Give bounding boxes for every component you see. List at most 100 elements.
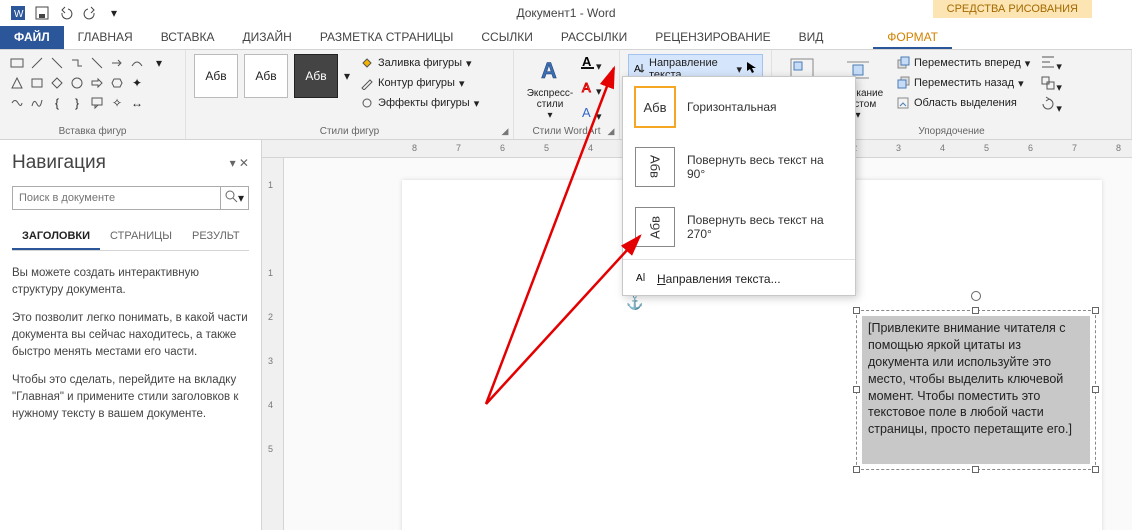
- shape-star2-icon[interactable]: ✧: [108, 94, 126, 112]
- shape-line2-icon[interactable]: [48, 54, 66, 72]
- shape-triangle-icon[interactable]: [8, 74, 26, 92]
- shapes-more-icon[interactable]: ▾: [152, 54, 166, 72]
- group-shape-styles: Абв Абв Абв ▾ Заливка фигуры ▾ Контур фи…: [186, 50, 514, 139]
- shapes-gallery[interactable]: ✦ { } ✧ ↔: [8, 54, 146, 112]
- shape-connector-icon[interactable]: [68, 54, 86, 72]
- shape-rect-icon[interactable]: [28, 74, 46, 92]
- shape-brace2-icon[interactable]: }: [68, 94, 86, 112]
- style-preset-1[interactable]: Абв: [194, 54, 238, 98]
- tab-view[interactable]: ВИД: [785, 26, 838, 49]
- style-preset-3[interactable]: Абв: [294, 54, 338, 98]
- styles-dialog-launcher-icon[interactable]: ◢: [499, 125, 511, 137]
- text-direction-icon: A: [633, 61, 647, 78]
- dd-item-rotate-90[interactable]: Абв Повернуть весь текст на 90°: [623, 137, 855, 197]
- shape-free2-icon[interactable]: [28, 94, 46, 112]
- styles-more-icon[interactable]: ▾: [344, 69, 350, 83]
- selection-pane-icon: [896, 96, 910, 110]
- group-styles-label: Стили фигур: [194, 126, 505, 137]
- pen-icon: [360, 76, 374, 90]
- dd-item-horizontal[interactable]: Абв Горизонтальная: [623, 77, 855, 137]
- shape-arrowr-icon[interactable]: [88, 74, 106, 92]
- nav-tab-pages[interactable]: СТРАНИЦЫ: [100, 224, 182, 250]
- group-button[interactable]: ▾: [1040, 75, 1062, 94]
- save-icon[interactable]: [34, 5, 50, 21]
- shape-textbox-icon[interactable]: [8, 54, 26, 72]
- shape-arrow-icon[interactable]: [108, 54, 126, 72]
- text-box-content[interactable]: [Привлеките внимание читателя с помощью …: [862, 316, 1090, 464]
- text-box[interactable]: [Привлеките внимание читателя с помощью …: [856, 310, 1096, 470]
- shape-line-icon[interactable]: [28, 54, 46, 72]
- window-title: Документ1 - Word: [516, 6, 615, 20]
- rotate-button[interactable]: ▾: [1040, 96, 1062, 115]
- resize-handle[interactable]: [1092, 466, 1099, 473]
- resize-handle[interactable]: [853, 466, 860, 473]
- shape-free1-icon[interactable]: [8, 94, 26, 112]
- quick-styles-button[interactable]: A Экспресс-стили▾: [522, 54, 578, 123]
- shape-diamond-icon[interactable]: [48, 74, 66, 92]
- tab-layout[interactable]: РАЗМЕТКА СТРАНИЦЫ: [306, 26, 468, 49]
- selection-pane-button[interactable]: Область выделения: [892, 94, 1034, 112]
- tab-file[interactable]: ФАЙЛ: [0, 26, 64, 49]
- bring-forward-button[interactable]: Переместить вперед ▾: [892, 54, 1034, 72]
- align-button[interactable]: ▾: [1040, 54, 1062, 73]
- shape-curve-icon[interactable]: [128, 54, 146, 72]
- svg-text:A: A: [634, 64, 641, 75]
- rotate-handle[interactable]: [971, 291, 981, 301]
- shape-star-icon[interactable]: ✦: [128, 74, 146, 92]
- navigation-pane: Навигация ▾ ✕ ▾ ЗАГОЛОВКИ СТРАНИЦЫ РЕЗУЛ…: [0, 140, 262, 530]
- titlebar: W ▾ Документ1 - Word СРЕДСТВА РИСОВАНИЯ: [0, 0, 1132, 26]
- nav-close-icon[interactable]: ▾ ✕: [230, 156, 249, 170]
- resize-handle[interactable]: [853, 307, 860, 314]
- tab-review[interactable]: РЕЦЕНЗИРОВАНИЕ: [641, 26, 784, 49]
- rotate270-sample-icon: Абв: [635, 207, 675, 247]
- nav-search[interactable]: ▾: [12, 186, 249, 210]
- backward-icon: [896, 76, 910, 90]
- tab-insert[interactable]: ВСТАВКА: [147, 26, 229, 49]
- shape-dblarrow-icon[interactable]: ↔: [128, 94, 146, 112]
- shape-brace-icon[interactable]: {: [48, 94, 66, 112]
- svg-text:A: A: [636, 273, 643, 284]
- send-backward-button[interactable]: Переместить назад ▾: [892, 74, 1034, 92]
- tab-format[interactable]: ФОРМАТ: [873, 26, 952, 49]
- shape-fill-button[interactable]: Заливка фигуры ▾: [356, 54, 483, 72]
- shape-effects-button[interactable]: Эффекты фигуры ▾: [356, 94, 483, 112]
- text-fill-button[interactable]: A▾: [580, 54, 602, 73]
- resize-handle[interactable]: [972, 466, 979, 473]
- nav-search-input[interactable]: [13, 187, 220, 209]
- tab-design[interactable]: ДИЗАЙН: [229, 26, 306, 49]
- text-outline-button[interactable]: A▾: [580, 79, 602, 98]
- dd-item-more[interactable]: A ННаправления текста...аправления текст…: [623, 262, 855, 295]
- tab-references[interactable]: ССЫЛКИ: [467, 26, 546, 49]
- shape-hex-icon[interactable]: [108, 74, 126, 92]
- cursor-icon: [746, 61, 758, 78]
- shape-connector2-icon[interactable]: [88, 54, 106, 72]
- svg-text:A: A: [582, 80, 591, 95]
- resize-handle[interactable]: [1092, 386, 1099, 393]
- undo-icon[interactable]: [58, 5, 74, 21]
- text-direction-dropdown: Абв Горизонтальная Абв Повернуть весь те…: [622, 76, 856, 296]
- shape-circle-icon[interactable]: [68, 74, 86, 92]
- dropdown-separator: [623, 259, 855, 260]
- ruler-vertical[interactable]: 112345: [262, 158, 284, 530]
- effects-icon: [360, 96, 374, 110]
- nav-tab-results[interactable]: РЕЗУЛЬТ: [182, 224, 250, 250]
- text-effects-button[interactable]: A▾: [580, 104, 602, 123]
- resize-handle[interactable]: [972, 307, 979, 314]
- nav-tab-headings[interactable]: ЗАГОЛОВКИ: [12, 224, 100, 250]
- shape-callout-icon[interactable]: [88, 94, 106, 112]
- wordart-dialog-launcher-icon[interactable]: ◢: [605, 125, 617, 137]
- resize-handle[interactable]: [1092, 307, 1099, 314]
- resize-handle[interactable]: [853, 386, 860, 393]
- qat-customize-icon[interactable]: ▾: [106, 5, 122, 21]
- nav-search-button[interactable]: ▾: [220, 187, 248, 209]
- dd-item-rotate-270[interactable]: Абв Повернуть весь текст на 270°: [623, 197, 855, 257]
- redo-icon[interactable]: [82, 5, 98, 21]
- text-direction-more-icon: A: [635, 270, 649, 287]
- tab-home[interactable]: ГЛАВНАЯ: [64, 26, 147, 49]
- word-app-icon[interactable]: W: [10, 5, 26, 21]
- tab-mailings[interactable]: РАССЫЛКИ: [547, 26, 641, 49]
- forward-icon: [896, 56, 910, 70]
- style-preset-2[interactable]: Абв: [244, 54, 288, 98]
- nav-title: Навигация: [12, 152, 106, 174]
- shape-outline-button[interactable]: Контур фигуры ▾: [356, 74, 483, 92]
